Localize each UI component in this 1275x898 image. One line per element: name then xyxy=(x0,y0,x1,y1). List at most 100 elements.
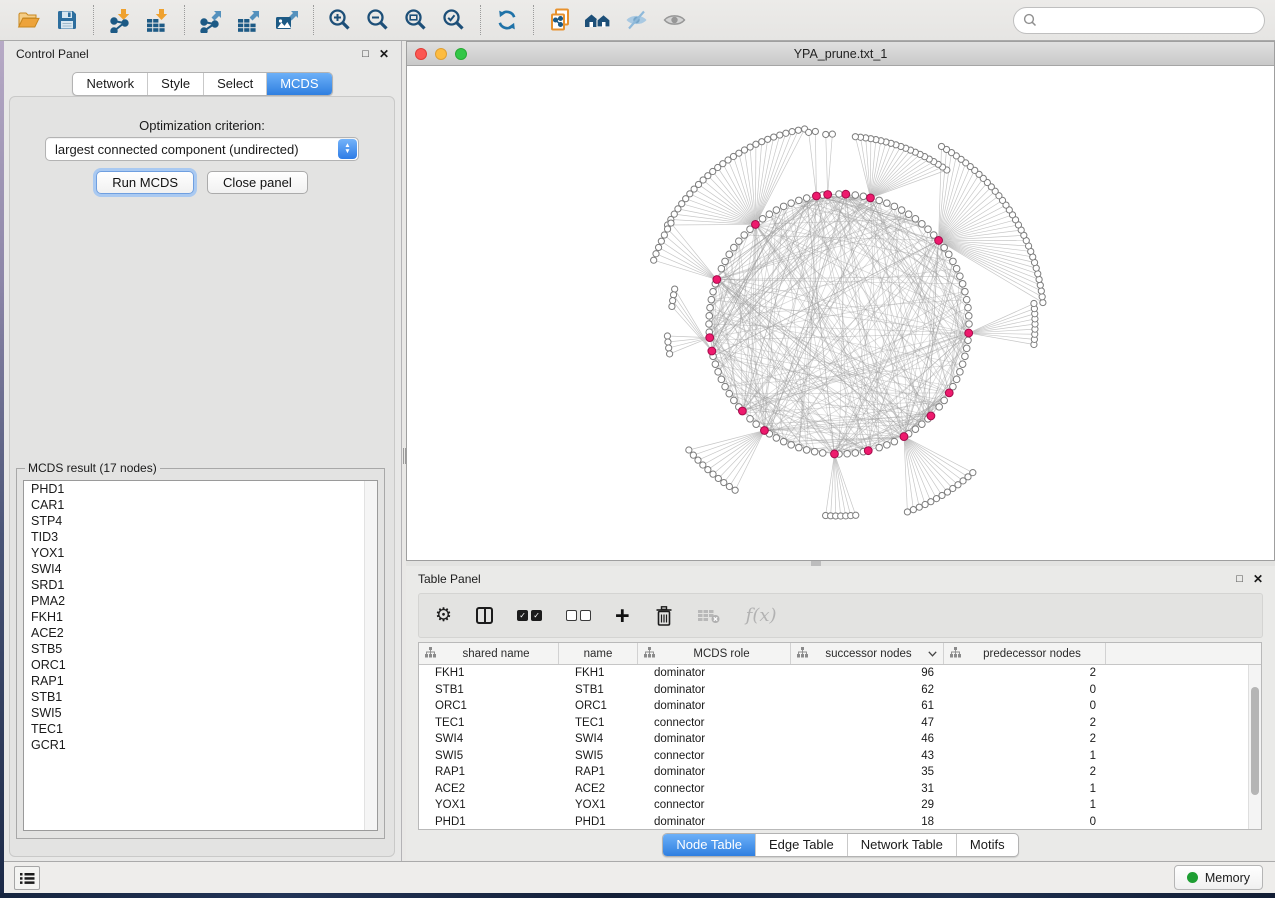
ring-node[interactable] xyxy=(708,296,715,303)
ring-node[interactable] xyxy=(912,426,919,433)
tab-network-table[interactable]: Network Table xyxy=(847,834,956,856)
mcds-node[interactable] xyxy=(965,329,973,337)
ring-node[interactable] xyxy=(898,207,905,214)
leaf-node[interactable] xyxy=(759,139,765,145)
mcds-node[interactable] xyxy=(706,334,714,342)
run-mcds-button[interactable]: Run MCDS xyxy=(96,171,194,194)
table-settings-gear-icon[interactable]: ⚙ xyxy=(435,604,452,627)
table-row[interactable]: STB1STB1dominator620 xyxy=(419,682,1248,699)
mcds-node[interactable] xyxy=(864,447,872,455)
ring-node[interactable] xyxy=(788,442,795,449)
leaf-node[interactable] xyxy=(1037,282,1043,288)
leaf-node[interactable] xyxy=(726,483,732,489)
network-view[interactable] xyxy=(407,66,1274,560)
leaf-node[interactable] xyxy=(753,141,759,147)
leaf-node[interactable] xyxy=(664,226,670,232)
ring-node[interactable] xyxy=(945,251,952,258)
leaf-node[interactable] xyxy=(1036,276,1042,282)
leaf-node[interactable] xyxy=(666,345,672,351)
ring-node[interactable] xyxy=(965,337,972,344)
mcds-node[interactable] xyxy=(900,433,908,441)
ring-node[interactable] xyxy=(773,435,780,442)
add-column-icon[interactable]: + xyxy=(615,606,630,626)
leaf-node[interactable] xyxy=(653,251,659,257)
mcds-result-item[interactable]: ACE2 xyxy=(24,625,377,641)
leaf-node[interactable] xyxy=(904,509,910,515)
mcds-result-item[interactable]: FKH1 xyxy=(24,609,377,625)
ring-node[interactable] xyxy=(753,421,760,428)
ring-node[interactable] xyxy=(796,197,803,204)
task-history-button[interactable] xyxy=(14,866,40,890)
zoom-in-icon[interactable] xyxy=(321,3,359,37)
duplicate-network-icon[interactable] xyxy=(541,3,579,37)
ring-node[interactable] xyxy=(966,321,973,328)
mcds-node[interactable] xyxy=(752,221,760,229)
leaf-node[interactable] xyxy=(686,447,692,453)
leaf-node[interactable] xyxy=(655,244,661,250)
zoom-out-icon[interactable] xyxy=(359,3,397,37)
memory-button[interactable]: Memory xyxy=(1174,865,1263,890)
leaf-node[interactable] xyxy=(1040,299,1046,305)
ring-node[interactable] xyxy=(780,438,787,445)
ring-node[interactable] xyxy=(726,251,733,258)
mcds-node[interactable] xyxy=(713,276,721,284)
leaf-node[interactable] xyxy=(1031,300,1037,306)
ring-node[interactable] xyxy=(722,258,729,265)
leaf-node[interactable] xyxy=(916,504,922,510)
mcds-node[interactable] xyxy=(927,412,935,420)
ring-node[interactable] xyxy=(876,197,883,204)
leaf-node[interactable] xyxy=(710,471,716,477)
leaf-node[interactable] xyxy=(806,129,812,135)
ring-node[interactable] xyxy=(706,321,713,328)
mcds-result-item[interactable]: SRD1 xyxy=(24,577,377,593)
leaf-node[interactable] xyxy=(783,130,789,136)
table-row[interactable]: TEC1TEC1connector472 xyxy=(419,715,1248,732)
ring-node[interactable] xyxy=(844,450,851,457)
save-session-icon[interactable] xyxy=(48,3,86,37)
import-network-icon[interactable] xyxy=(101,3,139,37)
column-header-predecessor-nodes[interactable]: predecessor nodes xyxy=(944,643,1106,664)
leaf-node[interactable] xyxy=(1038,288,1044,294)
ring-node[interactable] xyxy=(965,304,972,311)
ring-node[interactable] xyxy=(819,450,826,457)
ring-node[interactable] xyxy=(706,313,713,320)
ring-node[interactable] xyxy=(876,444,883,451)
leaf-node[interactable] xyxy=(771,134,777,140)
mcds-result-item[interactable]: SWI5 xyxy=(24,705,377,721)
leaf-node[interactable] xyxy=(651,257,657,263)
leaf-node[interactable] xyxy=(1039,294,1045,300)
ring-node[interactable] xyxy=(741,232,748,239)
column-header-name[interactable]: name xyxy=(559,643,638,664)
ring-node[interactable] xyxy=(726,390,733,397)
ring-node[interactable] xyxy=(905,211,912,218)
leaf-node[interactable] xyxy=(823,131,829,137)
leaf-node[interactable] xyxy=(700,462,706,468)
show-all-icon[interactable] xyxy=(655,3,693,37)
table-row[interactable]: ORC1ORC1dominator610 xyxy=(419,698,1248,715)
ring-node[interactable] xyxy=(919,421,926,428)
ring-node[interactable] xyxy=(963,296,970,303)
ring-node[interactable] xyxy=(965,313,972,320)
ring-node[interactable] xyxy=(836,191,843,198)
mcds-node[interactable] xyxy=(867,194,875,202)
column-header-shared-name[interactable]: shared name xyxy=(419,643,559,664)
ring-node[interactable] xyxy=(803,195,810,202)
ring-node[interactable] xyxy=(953,265,960,272)
leaf-node[interactable] xyxy=(672,286,678,292)
column-header-successor-nodes[interactable]: successor nodes xyxy=(791,643,944,664)
leaf-node[interactable] xyxy=(721,479,727,485)
refresh-view-icon[interactable] xyxy=(488,3,526,37)
table-row[interactable]: RAP1RAP1dominator352 xyxy=(419,764,1248,781)
ring-node[interactable] xyxy=(891,203,898,210)
leaf-node[interactable] xyxy=(690,452,696,458)
leaf-node[interactable] xyxy=(777,132,783,138)
table-scrollbar[interactable] xyxy=(1248,665,1261,829)
leaf-node[interactable] xyxy=(852,134,858,140)
open-file-icon[interactable] xyxy=(10,3,48,37)
search-input[interactable] xyxy=(1043,13,1255,28)
leaf-node[interactable] xyxy=(922,501,928,507)
ring-node[interactable] xyxy=(963,345,970,352)
mcds-result-item[interactable]: STP4 xyxy=(24,513,377,529)
table-row[interactable]: YOX1YOX1connector291 xyxy=(419,797,1248,814)
network-canvas[interactable] xyxy=(407,66,1274,560)
